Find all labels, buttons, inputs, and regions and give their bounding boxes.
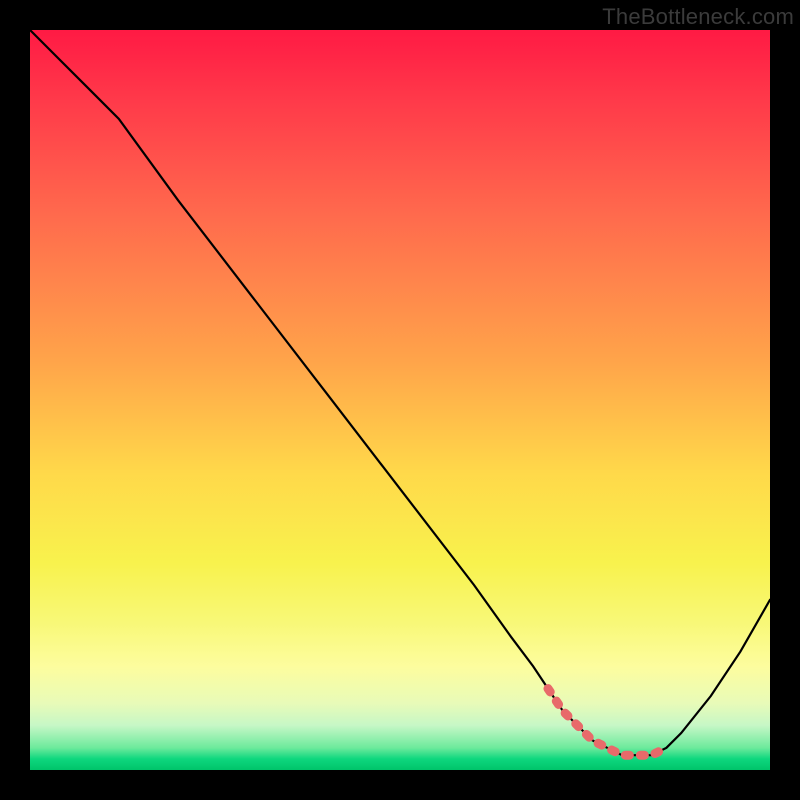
- bottleneck-curve: [30, 30, 770, 755]
- curve-overlay: [30, 30, 770, 770]
- chart-stage: TheBottleneck.com: [0, 0, 800, 800]
- watermark-text: TheBottleneck.com: [602, 4, 794, 30]
- highlight-segment: [548, 689, 666, 756]
- plot-area: [30, 30, 770, 770]
